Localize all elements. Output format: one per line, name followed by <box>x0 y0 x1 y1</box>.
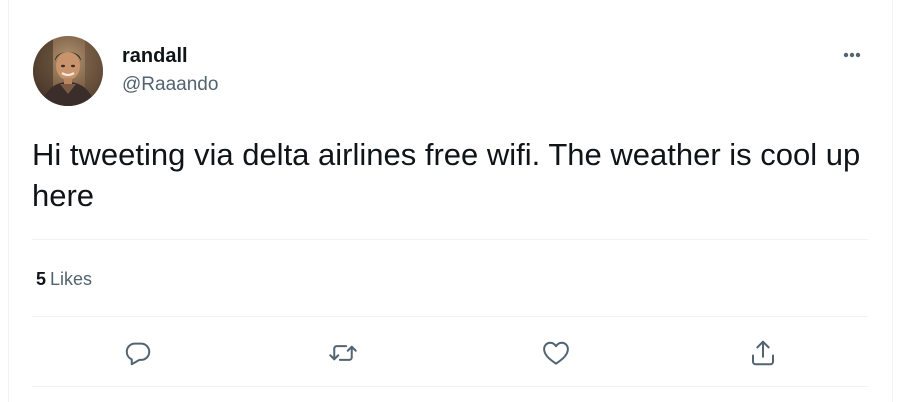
reply-icon <box>125 342 151 366</box>
divider <box>32 386 868 387</box>
card-left-border <box>8 0 9 402</box>
more-horizontal-icon <box>843 52 861 58</box>
like-button[interactable] <box>541 338 571 368</box>
divider <box>32 316 868 317</box>
likes-label: Likes <box>50 269 93 289</box>
likes-stat[interactable]: 5 Likes <box>36 268 92 290</box>
likes-count: 5 <box>36 269 47 289</box>
avatar[interactable] <box>33 36 103 106</box>
divider <box>32 239 868 240</box>
author-display-name[interactable]: randall <box>122 44 188 68</box>
profile-photo <box>33 36 103 106</box>
tweet-card: randall @Raaando Hi tweeting via delta a… <box>0 0 924 402</box>
tweet-text: Hi tweeting via delta airlines free wifi… <box>32 137 861 213</box>
reply-button[interactable] <box>123 338 153 368</box>
retweet-button[interactable] <box>328 338 358 368</box>
share-icon <box>752 340 774 366</box>
card-right-border <box>892 0 893 402</box>
share-button[interactable] <box>748 338 778 368</box>
retweet-icon <box>329 345 357 361</box>
more-options-button[interactable] <box>836 44 868 66</box>
heart-icon <box>543 341 569 365</box>
author-handle[interactable]: @Raaando <box>122 73 218 97</box>
